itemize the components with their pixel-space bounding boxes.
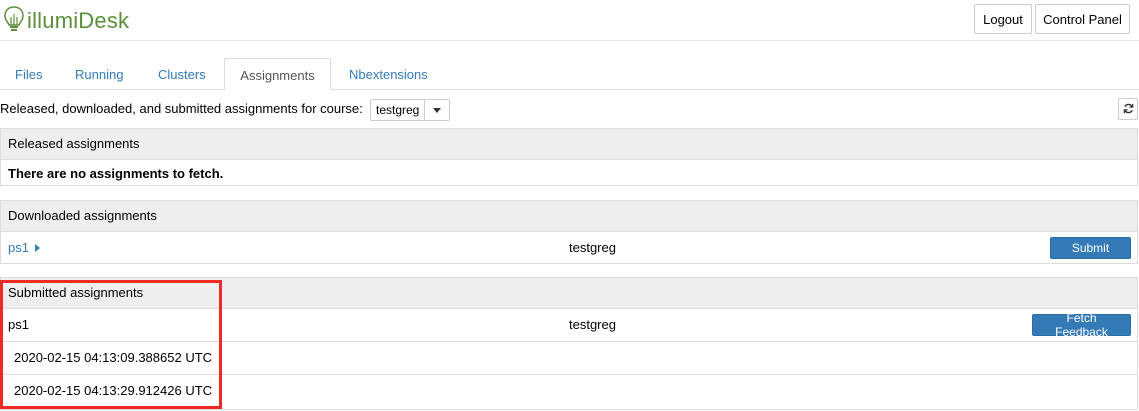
caret-down-icon bbox=[424, 100, 449, 120]
course-select-value: testgreg bbox=[376, 103, 420, 117]
downloaded-assignments-title: Downloaded assignments bbox=[1, 201, 1137, 232]
released-assignments-panel: Released assignments There are no assign… bbox=[0, 128, 1138, 186]
tab-clusters[interactable]: Clusters bbox=[158, 58, 206, 89]
logo[interactable]: illumiDesk bbox=[4, 5, 129, 36]
submitted-course-name: testgreg bbox=[569, 317, 616, 332]
released-assignments-title: Released assignments bbox=[1, 129, 1137, 160]
refresh-button[interactable] bbox=[1118, 98, 1138, 120]
submitted-assignments-panel: Submitted assignments ps1 testgreg Fetch… bbox=[0, 277, 1138, 410]
logout-button[interactable]: Logout bbox=[974, 4, 1032, 34]
lightbulb-icon bbox=[4, 5, 24, 36]
submitted-assignment-name: ps1 bbox=[8, 317, 29, 332]
submission-timestamp: 2020-02-15 04:13:09.388652 UTC bbox=[14, 350, 213, 365]
submit-button[interactable]: Submit bbox=[1050, 237, 1131, 259]
logo-text: illumiDesk bbox=[27, 7, 130, 33]
downloaded-assignments-panel: Downloaded assignments ps1 testgreg Subm… bbox=[0, 200, 1138, 264]
fetch-feedback-button[interactable]: Fetch Feedback bbox=[1032, 311, 1131, 339]
course-select[interactable]: testgreg bbox=[370, 99, 450, 121]
tab-files[interactable]: Files bbox=[15, 58, 42, 89]
course-label: Released, downloaded, and submitted assi… bbox=[0, 101, 363, 116]
submitted-assignments-title: Submitted assignments bbox=[1, 278, 1137, 309]
downloaded-assignment-name: ps1 bbox=[8, 240, 29, 255]
top-header: illumiDesk Logout Control Panel bbox=[0, 0, 1139, 41]
released-empty-row: There are no assignments to fetch. bbox=[1, 160, 1137, 187]
released-empty-message: There are no assignments to fetch. bbox=[8, 166, 224, 181]
control-panel-button[interactable]: Control Panel bbox=[1035, 4, 1130, 34]
downloaded-assignment-link[interactable]: ps1 bbox=[8, 232, 40, 264]
tab-nbextensions[interactable]: Nbextensions bbox=[349, 58, 428, 89]
caret-right-icon bbox=[34, 232, 40, 264]
downloaded-row: ps1 testgreg Submit bbox=[1, 232, 1137, 264]
downloaded-course-name: testgreg bbox=[569, 240, 616, 255]
submission-timestamp: 2020-02-15 04:13:29.912426 UTC bbox=[14, 383, 213, 398]
tab-assignments[interactable]: Assignments bbox=[224, 58, 331, 90]
tab-running[interactable]: Running bbox=[75, 58, 123, 89]
submission-timestamp-row: 2020-02-15 04:13:29.912426 UTC bbox=[1, 375, 1137, 407]
course-selector-row: Released, downloaded, and submitted assi… bbox=[0, 97, 1139, 123]
tab-bar: Files Running Clusters Assignments Nbext… bbox=[0, 58, 1139, 90]
refresh-icon bbox=[1123, 102, 1134, 117]
submission-timestamp-row: 2020-02-15 04:13:09.388652 UTC bbox=[1, 342, 1137, 375]
submitted-row: ps1 testgreg Fetch Feedback bbox=[1, 309, 1137, 342]
